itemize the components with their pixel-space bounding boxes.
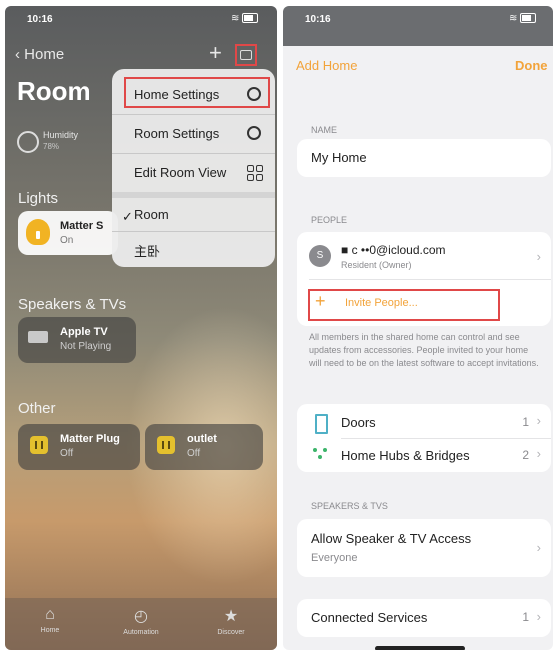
menu-item-room-settings[interactable]: Room Settings <box>112 115 275 153</box>
home-name-field[interactable]: My Home <box>297 139 551 177</box>
tile-status: On <box>60 235 74 246</box>
room-screen: 10:16 ≋ ‹ Home + Room Humidity 78% Light… <box>5 6 277 650</box>
wifi-icon: ≋ <box>509 13 518 24</box>
speaker-access-label: Allow Speaker & TV Access <box>311 531 472 546</box>
hubs-label: Home Hubs & Bridges <box>341 448 470 463</box>
checkmark-icon: ✓ <box>122 209 133 224</box>
chevron-right-icon: › <box>536 413 541 428</box>
tile-name: Apple TV <box>60 326 108 338</box>
menu-item-label: Room Settings <box>134 126 220 141</box>
tab-discover[interactable]: ★ Discover <box>201 606 261 636</box>
hubs-row[interactable]: Home Hubs & Bridges 2 › <box>297 438 551 472</box>
hubs-count: 2 <box>522 448 529 462</box>
speaker-access-value: Everyone <box>311 552 358 564</box>
section-speakers: Speakers & TVs <box>18 296 127 313</box>
tab-bar: ⌂ Home ◴ Automation ★ Discover <box>5 598 277 650</box>
back-label: Home <box>24 46 65 63</box>
tab-label: Discover <box>217 629 245 636</box>
home-name-value: My Home <box>311 150 367 165</box>
tab-home[interactable]: ⌂ Home <box>20 606 80 634</box>
tab-label: Home <box>40 627 60 634</box>
star-icon: ★ <box>223 608 239 625</box>
accessories-card: Doors 1 › Home Hubs & Bridges 2 › <box>297 404 551 472</box>
chevron-left-icon: ‹ <box>15 46 20 63</box>
humidity-label: Humidity <box>43 130 79 140</box>
plug-icon <box>157 436 175 454</box>
grid-icon <box>247 165 263 181</box>
speaker-access-row[interactable]: Allow Speaker & TV Access Everyone › <box>297 519 551 577</box>
wifi-icon: ≋ <box>231 13 240 24</box>
status-icons: ≋ <box>231 13 259 24</box>
status-time: 10:16 <box>305 14 331 25</box>
section-people: PEOPLE <box>311 215 348 225</box>
battery-icon <box>242 13 259 24</box>
tab-automation[interactable]: ◴ Automation <box>111 606 171 636</box>
done-button[interactable]: Done <box>515 58 548 73</box>
status-time: 10:16 <box>27 14 53 25</box>
menu-group-separator <box>112 192 275 198</box>
chevron-right-icon: › <box>536 609 541 624</box>
hub-icon <box>313 448 327 460</box>
chevron-right-icon: › <box>536 446 541 461</box>
humidity-icon <box>17 131 39 153</box>
highlight-box <box>124 77 270 108</box>
tile-matter-plug[interactable]: Matter Plug Off <box>18 424 140 470</box>
people-note: All members in the shared home can contr… <box>309 332 539 368</box>
tile-status: Off <box>187 448 201 459</box>
door-icon <box>315 414 328 434</box>
chevron-right-icon: › <box>536 249 541 264</box>
tv-icon <box>28 331 48 343</box>
back-button[interactable]: ‹ Home <box>15 46 64 63</box>
house-icon: ⌂ <box>45 606 55 623</box>
tile-matter-bulb[interactable]: Matter S On <box>18 211 118 255</box>
section-lights: Lights <box>18 190 59 207</box>
status-icons: ≋ <box>509 13 537 24</box>
section-name: NAME <box>311 125 338 135</box>
menu-item-label: 主卧 <box>134 244 161 259</box>
tile-name: outlet <box>187 433 217 445</box>
add-button[interactable]: + <box>209 40 222 66</box>
menu-item-bedroom[interactable]: 主卧 <box>112 232 275 266</box>
person-email: ■ c ••0@icloud.com <box>341 243 446 257</box>
tile-apple-tv[interactable]: Apple TV Not Playing <box>18 317 136 363</box>
home-indicator <box>375 646 465 650</box>
menu-item-label: Edit Room View <box>134 165 227 180</box>
menu-item-edit-room-view[interactable]: Edit Room View <box>112 154 275 192</box>
tab-label: Automation <box>123 629 159 636</box>
menu-item-room[interactable]: ✓ Room <box>112 199 275 231</box>
tile-status: Not Playing <box>60 341 112 352</box>
section-speakers-tvs: SPEAKERS & TVS <box>311 501 388 511</box>
gear-icon <box>247 126 261 140</box>
connected-services-row[interactable]: Connected Services 1 › <box>297 599 551 637</box>
doors-row[interactable]: Doors 1 › <box>297 404 551 438</box>
doors-label: Doors <box>341 415 376 430</box>
clock-icon: ◴ <box>134 608 148 625</box>
more-menu-button[interactable] <box>235 44 257 66</box>
page-title: Room <box>17 76 91 106</box>
doors-count: 1 <box>522 415 529 429</box>
home-settings-screen: 10:16 ≋ Add Home Done NAME My Home PEOPL… <box>283 6 553 650</box>
battery-icon <box>520 13 537 24</box>
add-home-button[interactable]: Add Home <box>296 58 357 73</box>
highlight-box <box>308 289 500 321</box>
lightbulb-icon <box>26 219 50 245</box>
tile-name: Matter Plug <box>60 433 120 445</box>
tile-name: Matter S <box>60 220 104 232</box>
connected-services-label: Connected Services <box>311 610 428 625</box>
avatar: S <box>309 245 331 267</box>
connected-services-count: 1 <box>522 610 529 624</box>
more-icon <box>240 50 252 60</box>
chevron-right-icon: › <box>536 540 541 555</box>
tile-status: Off <box>60 448 74 459</box>
status-bar <box>283 6 553 46</box>
humidity-value: 78% <box>43 142 60 151</box>
menu-item-label: Room <box>134 207 169 222</box>
section-other: Other <box>18 400 56 417</box>
tile-outlet[interactable]: outlet Off <box>145 424 263 470</box>
plug-icon <box>30 436 48 454</box>
person-role: Resident (Owner) <box>341 260 412 270</box>
